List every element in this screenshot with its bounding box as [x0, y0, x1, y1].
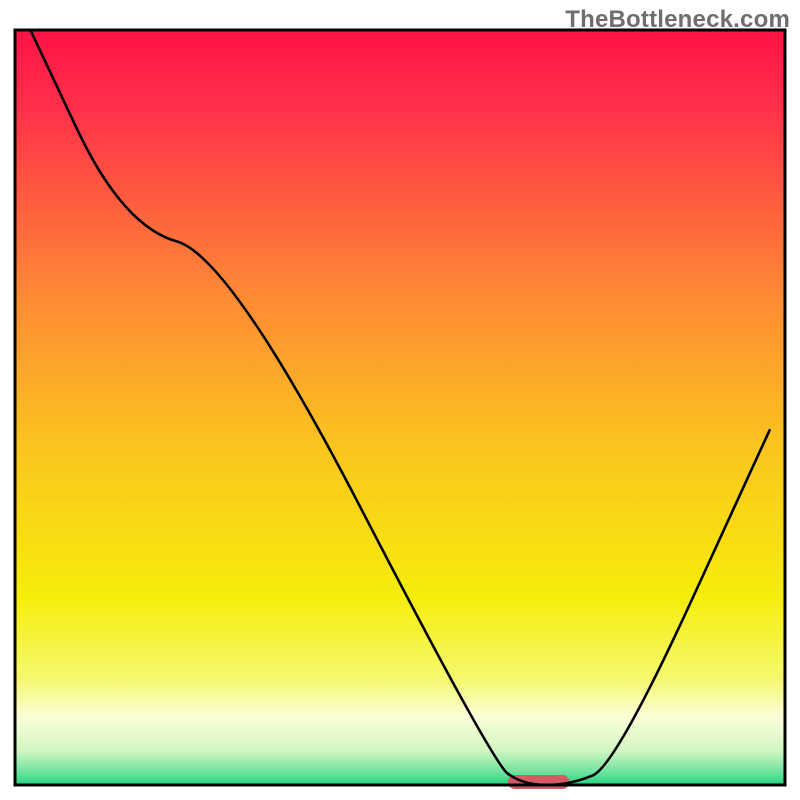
bottleneck-chart: [0, 0, 800, 800]
chart-root: TheBottleneck.com: [0, 0, 800, 800]
gradient-background: [15, 30, 785, 785]
recommended-range-marker: [508, 775, 570, 789]
watermark-label: TheBottleneck.com: [565, 6, 790, 34]
